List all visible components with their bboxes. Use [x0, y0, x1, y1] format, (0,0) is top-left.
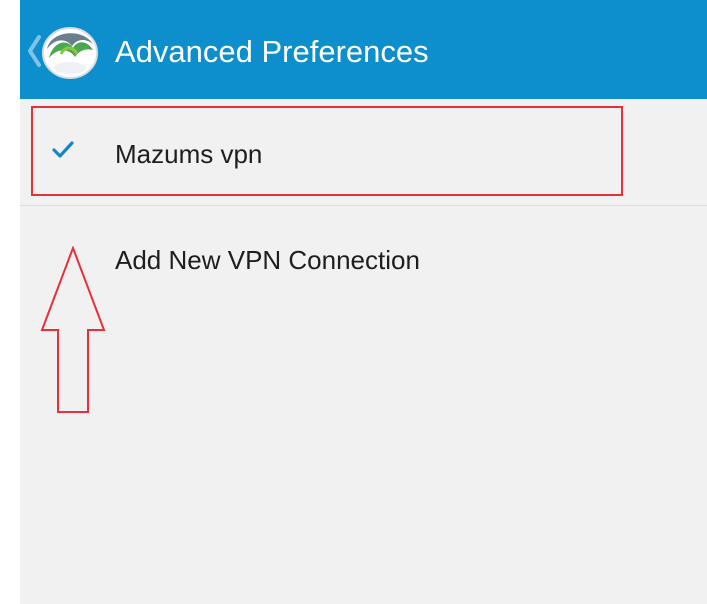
- android-screen: Advanced Preferences Mazums vpn Add New …: [20, 0, 707, 604]
- anyconnect-globe-icon[interactable]: [39, 24, 101, 80]
- check-icon: [52, 141, 74, 158]
- list-item-label: Mazums vpn: [115, 139, 263, 169]
- page-title: Advanced Preferences: [115, 34, 429, 69]
- list-item-add-new-vpn[interactable]: Add New VPN Connection: [20, 206, 707, 316]
- action-bar: Advanced Preferences: [20, 0, 707, 99]
- list-item-mazums-vpn[interactable]: Mazums vpn: [20, 99, 707, 206]
- list-item-label: Add New VPN Connection: [115, 245, 420, 275]
- vpn-connection-list: Mazums vpn Add New VPN Connection: [20, 99, 707, 316]
